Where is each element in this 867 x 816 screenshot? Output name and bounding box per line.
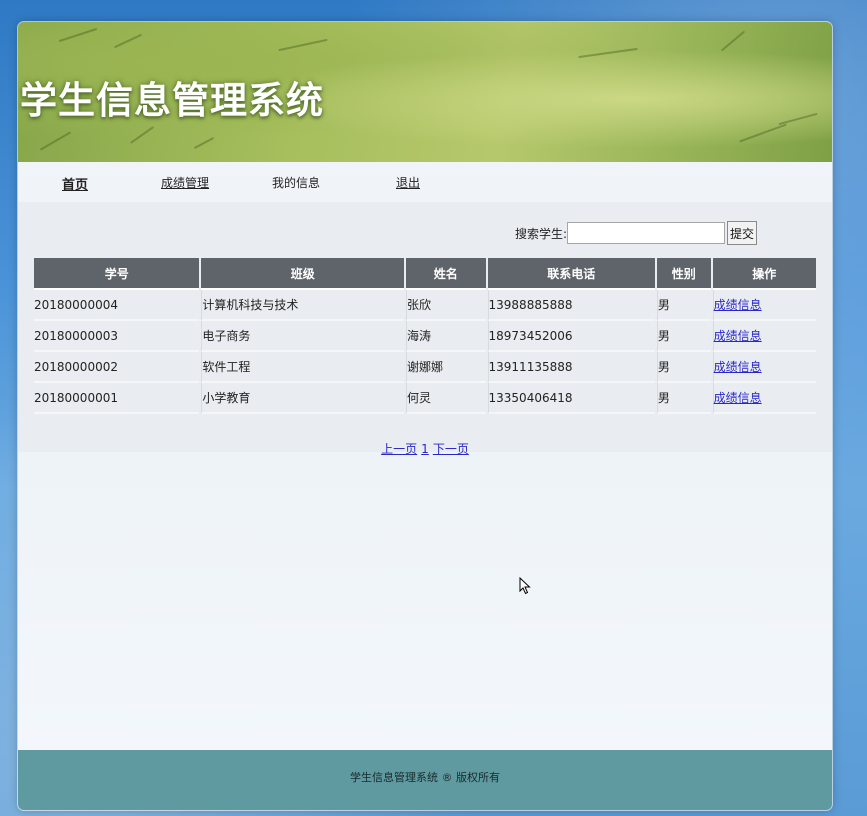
student-id-cell: 20180000003 (34, 321, 200, 352)
student-phone-cell: 13911135888 (487, 352, 655, 383)
nav-scores-link[interactable]: 成绩管理 (161, 174, 209, 191)
student-id-cell: 20180000002 (34, 352, 200, 383)
student-phone-cell: 13988885888 (487, 290, 655, 321)
score-info-link[interactable]: 成绩信息 (714, 329, 762, 343)
mouse-pointer-icon (519, 577, 531, 595)
student-name-cell: 谢娜娜 (406, 352, 486, 383)
next-page-link[interactable]: 下一页 (433, 442, 469, 456)
student-id-cell: 20180000001 (34, 383, 200, 414)
copyright-text: 学生信息管理系统 ® 版权所有 (350, 771, 500, 784)
table-row: 20180000004 计算机科技与技术 张欣 13988885888 男 成绩… (34, 290, 816, 321)
search-label: 搜索学生: (515, 226, 568, 241)
score-info-link[interactable]: 成绩信息 (714, 391, 762, 405)
score-info-link[interactable]: 成绩信息 (714, 298, 762, 312)
nav-logout-link[interactable]: 退出 (396, 174, 420, 191)
action-cell: 成绩信息 (712, 352, 816, 383)
student-class-cell: 小学教育 (201, 383, 404, 414)
submit-button[interactable]: 提交 (727, 221, 758, 245)
column-header-class: 班级 (201, 258, 404, 290)
column-header-action: 操作 (712, 258, 816, 290)
student-class-cell: 软件工程 (201, 352, 404, 383)
student-phone-cell: 18973452006 (487, 321, 655, 352)
action-cell: 成绩信息 (712, 383, 816, 414)
site-title: 学生信息管理系统 (20, 79, 324, 122)
student-id-cell: 20180000004 (34, 290, 200, 321)
student-gender-cell: 男 (656, 321, 711, 352)
nav-my-info-link[interactable]: 我的信息 (272, 174, 320, 191)
student-gender-cell: 男 (656, 352, 711, 383)
column-header-id: 学号 (34, 258, 200, 290)
table-row: 20180000003 电子商务 海涛 18973452006 男 成绩信息 (34, 321, 816, 352)
student-name-cell: 何灵 (406, 383, 486, 414)
search-input[interactable] (567, 222, 726, 244)
site-banner: 学生信息管理系统 (18, 22, 832, 162)
student-phone-cell: 13350406418 (487, 383, 655, 414)
action-cell: 成绩信息 (712, 321, 816, 352)
student-table: 学号 班级 姓名 联系电话 性别 操作 20180000004 计算机科技与技术… (32, 258, 818, 414)
browser-page: 学生信息管理系统 首页 成绩管理 我的信息 退出 搜索学生: 提交 学号 班级 … (18, 22, 832, 810)
student-class-cell: 电子商务 (201, 321, 404, 352)
action-cell: 成绩信息 (712, 290, 816, 321)
page-number-link[interactable]: 1 (421, 442, 429, 456)
table-row: 20180000002 软件工程 谢娜娜 13911135888 男 成绩信息 (34, 352, 816, 383)
search-form: 搜索学生: 提交 (515, 220, 758, 246)
student-list-section: 搜索学生: 提交 学号 班级 姓名 联系电话 性别 操作 20180000004… (18, 202, 832, 456)
pagination: 上一页 1 下一页 (18, 440, 832, 457)
student-gender-cell: 男 (656, 290, 711, 321)
student-name-cell: 张欣 (406, 290, 486, 321)
column-header-gender: 性别 (656, 258, 711, 290)
site-footer: 学生信息管理系统 ® 版权所有 (18, 750, 832, 810)
prev-page-link[interactable]: 上一页 (381, 442, 417, 456)
table-header-row: 学号 班级 姓名 联系电话 性别 操作 (34, 258, 816, 290)
main-nav: 首页 成绩管理 我的信息 退出 (18, 162, 832, 202)
student-class-cell: 计算机科技与技术 (201, 290, 404, 321)
student-gender-cell: 男 (656, 383, 711, 414)
nav-home-link[interactable]: 首页 (62, 174, 88, 193)
column-header-phone: 联系电话 (487, 258, 655, 290)
column-header-name: 姓名 (406, 258, 486, 290)
student-name-cell: 海涛 (406, 321, 486, 352)
table-row: 20180000001 小学教育 何灵 13350406418 男 成绩信息 (34, 383, 816, 414)
score-info-link[interactable]: 成绩信息 (714, 360, 762, 374)
